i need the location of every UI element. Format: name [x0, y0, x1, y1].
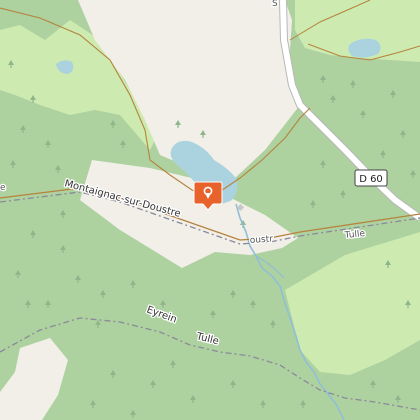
map-svg[interactable]: Montaignac-sur-Doustre Eyrein Tulle Tull… [0, 0, 420, 420]
road-shield-d60-text: D 60 [359, 174, 383, 185]
road-shield-d60: D 60 [354, 169, 388, 187]
partial-label-mid: oustr [250, 234, 274, 246]
map-canvas[interactable]: Montaignac-sur-Doustre Eyrein Tulle Tull… [0, 0, 420, 420]
partial-label-top: S [272, 0, 278, 9]
partial-label-left: e [0, 183, 6, 193]
